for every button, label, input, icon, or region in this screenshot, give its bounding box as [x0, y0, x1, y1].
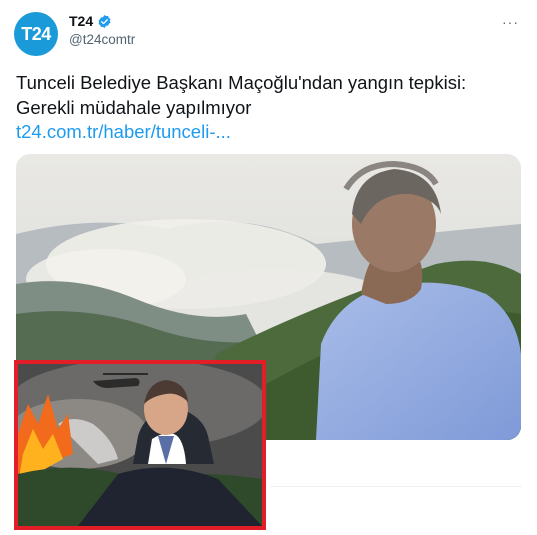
more-options-button[interactable]: ···	[502, 14, 519, 30]
display-name[interactable]: T24	[69, 13, 93, 29]
tweet-divider	[270, 486, 522, 487]
tweet-text: Tunceli Belediye Başkanı Maçoğlu'ndan ya…	[16, 72, 467, 118]
inset-photo-overlay	[14, 360, 266, 530]
author-name-row[interactable]: T24	[69, 13, 112, 29]
verified-badge-icon	[98, 14, 111, 28]
avatar[interactable]: T24	[14, 12, 58, 56]
avatar-logo-text: T24	[21, 23, 51, 44]
tweet-link[interactable]: t24.com.tr/haber/tunceli-...	[16, 121, 231, 143]
more-horizontal-icon: ···	[502, 14, 519, 30]
inset-photo	[18, 364, 262, 526]
tweet-card[interactable]: T24 T24 @t24comtr ··· Tunceli Belediye B…	[0, 0, 537, 535]
account-handle[interactable]: @t24comtr	[69, 32, 135, 47]
